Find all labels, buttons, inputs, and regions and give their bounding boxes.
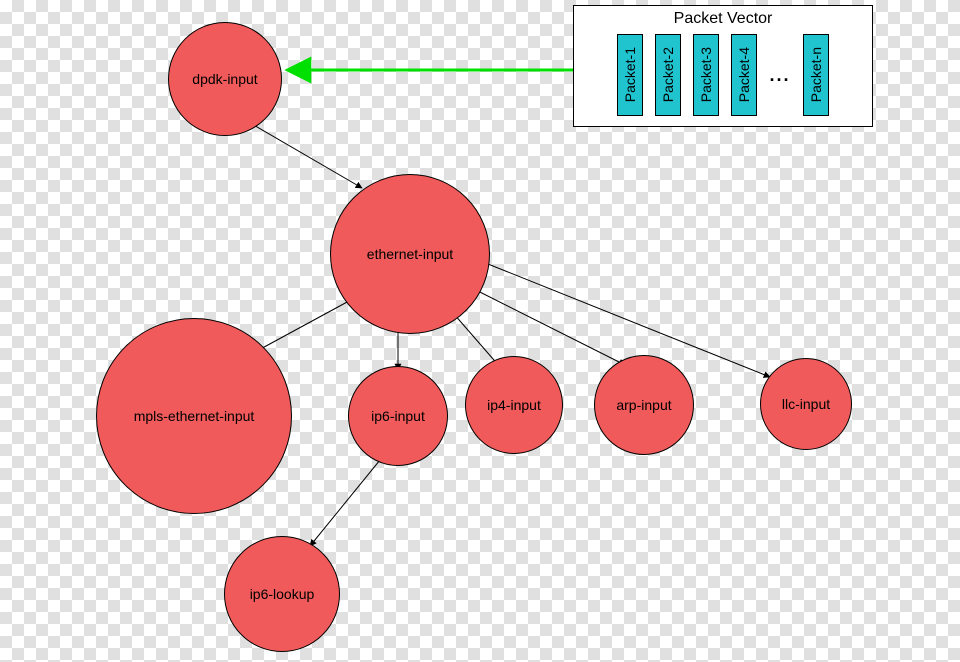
- node-label: ethernet-input: [367, 246, 453, 262]
- node-label: ip6-input: [371, 408, 425, 424]
- node-label: dpdk-input: [192, 71, 257, 87]
- packet-row: Packet-1 Packet-2 Packet-3 Packet-4 ... …: [603, 30, 842, 126]
- node-ip6-input: ip6-input: [348, 366, 448, 466]
- packet-item: Packet-n: [803, 34, 829, 116]
- node-arp-input: arp-input: [594, 355, 694, 455]
- packet-label: Packet-3: [698, 47, 714, 102]
- node-llc-input: llc-input: [760, 358, 852, 450]
- node-label: llc-input: [782, 396, 830, 412]
- node-ethernet-input: ethernet-input: [330, 174, 490, 334]
- node-label: arp-input: [616, 397, 671, 413]
- packet-label: Packet-2: [660, 47, 676, 102]
- packet-label: Packet-1: [622, 47, 638, 102]
- packet-item: Packet-1: [617, 34, 643, 116]
- packet-item: Packet-2: [655, 34, 681, 116]
- packet-vector-box: Packet Vector Packet-1 Packet-2 Packet-3…: [573, 5, 873, 127]
- packet-ellipsis: ...: [769, 65, 790, 86]
- node-label: ip4-input: [487, 397, 541, 413]
- packet-label: Packet-n: [808, 47, 824, 102]
- packet-label: Packet-4: [736, 47, 752, 102]
- packet-vector-title: Packet Vector: [674, 6, 773, 30]
- node-ip6-lookup: ip6-lookup: [224, 536, 340, 652]
- packet-item: Packet-3: [693, 34, 719, 116]
- node-mpls-ethernet-input: mpls-ethernet-input: [96, 318, 292, 514]
- node-dpdk-input: dpdk-input: [168, 22, 282, 136]
- packet-item: Packet-4: [731, 34, 757, 116]
- node-ip4-input: ip4-input: [465, 356, 563, 454]
- node-label: ip6-lookup: [250, 586, 315, 602]
- node-label: mpls-ethernet-input: [134, 408, 255, 424]
